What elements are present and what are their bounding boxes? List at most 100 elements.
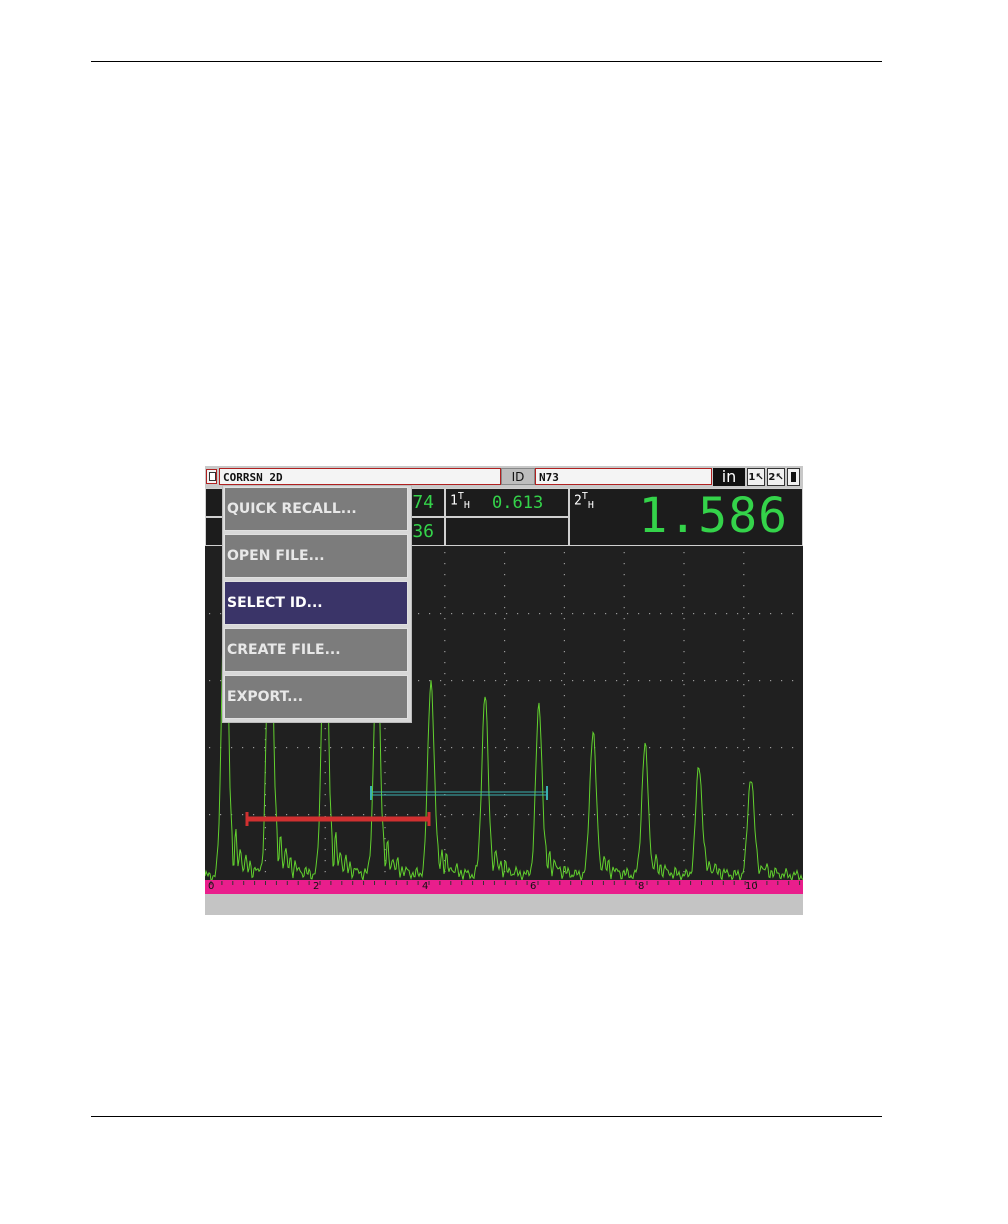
grid-dot xyxy=(660,747,662,749)
grid-dot xyxy=(324,838,326,840)
footer-rule xyxy=(91,1116,882,1117)
grid-dot xyxy=(770,747,772,749)
grid-dot xyxy=(563,838,565,840)
grid-dot xyxy=(623,651,625,653)
grid-dot xyxy=(444,739,446,741)
grid-dot xyxy=(683,717,685,719)
grid-dot xyxy=(440,680,442,682)
grid-dot xyxy=(683,871,685,873)
grid-dot xyxy=(693,814,695,816)
grid-dot xyxy=(209,747,211,749)
grid-dot xyxy=(324,794,326,796)
grid-dot xyxy=(385,814,387,816)
grid-dot xyxy=(440,747,442,749)
grid-dot xyxy=(473,613,475,615)
grid-dot xyxy=(759,814,761,816)
grid-dot xyxy=(504,695,506,697)
grid-dot xyxy=(683,739,685,741)
grid-dot xyxy=(374,747,376,749)
grid-dot xyxy=(462,814,464,816)
file-name-field[interactable]: CORRSN 2D xyxy=(219,468,501,485)
grid-dot xyxy=(715,680,717,682)
grid-dot xyxy=(495,747,497,749)
units-indicator: in xyxy=(713,468,745,486)
grid-dot xyxy=(594,814,596,816)
gate2-marker[interactable] xyxy=(370,786,548,800)
grid-dot xyxy=(623,750,625,752)
grid-dot xyxy=(623,717,625,719)
grid-dot xyxy=(324,739,326,741)
menu-item-open-file[interactable]: OPEN FILE... xyxy=(224,534,408,578)
grid-dot xyxy=(539,680,541,682)
grid-dot xyxy=(683,816,685,818)
grid-dot xyxy=(563,750,565,752)
id-label: ID xyxy=(501,468,535,485)
grid-dot xyxy=(726,613,728,615)
gate1-marker[interactable] xyxy=(245,812,431,826)
menu-item-select-id[interactable]: SELECT ID... xyxy=(224,581,408,625)
grid-dot xyxy=(743,563,745,565)
grid-dot xyxy=(563,805,565,807)
id-value-field[interactable]: N73 xyxy=(535,468,712,485)
file-menu: QUICK RECALL... OPEN FILE... SELECT ID..… xyxy=(222,485,412,723)
grid-dot xyxy=(444,640,446,642)
grid-dot xyxy=(682,814,684,816)
file-icon[interactable] xyxy=(206,469,217,484)
grid-dot xyxy=(528,613,530,615)
grid-dot xyxy=(737,814,739,816)
grid-dot xyxy=(563,651,565,653)
grid-dot xyxy=(324,871,326,873)
grid-dot xyxy=(264,871,266,873)
grid-dot xyxy=(506,814,508,816)
grid-dot xyxy=(444,695,446,697)
grid-dot xyxy=(504,761,506,763)
grid-dot xyxy=(743,849,745,851)
grid-dot xyxy=(563,629,565,631)
grid-dot xyxy=(563,695,565,697)
grid-dot xyxy=(242,747,244,749)
grid-dot xyxy=(550,814,552,816)
ruler-label-6: 6 xyxy=(530,881,537,892)
grid-dot xyxy=(563,860,565,862)
grid-dot xyxy=(264,860,266,862)
grid-dot xyxy=(623,552,625,554)
grid-dot xyxy=(440,613,442,615)
grid-dot xyxy=(616,747,618,749)
grid-dot xyxy=(539,814,541,816)
grid-dot xyxy=(563,849,565,851)
grid-dot xyxy=(495,613,497,615)
menu-item-quick-recall[interactable]: QUICK RECALL... xyxy=(224,487,408,531)
gate1-reading-cell: 1TH 0.613 xyxy=(445,488,569,517)
grid-dot xyxy=(572,680,574,682)
grid-dot xyxy=(623,563,625,565)
grid-dot xyxy=(792,814,794,816)
grid-dot xyxy=(563,596,565,598)
grid-dot xyxy=(623,684,625,686)
grid-dot xyxy=(504,728,506,730)
grid-dot xyxy=(407,814,409,816)
grid-dot xyxy=(297,747,299,749)
grid-dot xyxy=(623,574,625,576)
grid-dot xyxy=(683,563,685,565)
grid-dot xyxy=(627,747,629,749)
gate1-alarm-icon: 1↖ xyxy=(747,468,765,486)
grid-dot xyxy=(683,805,685,807)
menu-item-export[interactable]: EXPORT... xyxy=(224,675,408,719)
grid-dot xyxy=(715,613,717,615)
grid-dot xyxy=(242,814,244,816)
grid-dot xyxy=(781,613,783,615)
ruler-label-4: 4 xyxy=(422,881,429,892)
grid-dot xyxy=(704,747,706,749)
grid-dot xyxy=(220,814,222,816)
grid-dot xyxy=(528,814,530,816)
grid-dot xyxy=(743,684,745,686)
grid-dot xyxy=(748,747,750,749)
grid-dot xyxy=(264,827,266,829)
grid-dot xyxy=(407,747,409,749)
ruler-label-8: 8 xyxy=(638,881,645,892)
grid-dot xyxy=(683,585,685,587)
grid-dot xyxy=(682,613,684,615)
grid-dot xyxy=(384,750,386,752)
grid-dot xyxy=(444,783,446,785)
menu-item-create-file[interactable]: CREATE FILE... xyxy=(224,628,408,672)
